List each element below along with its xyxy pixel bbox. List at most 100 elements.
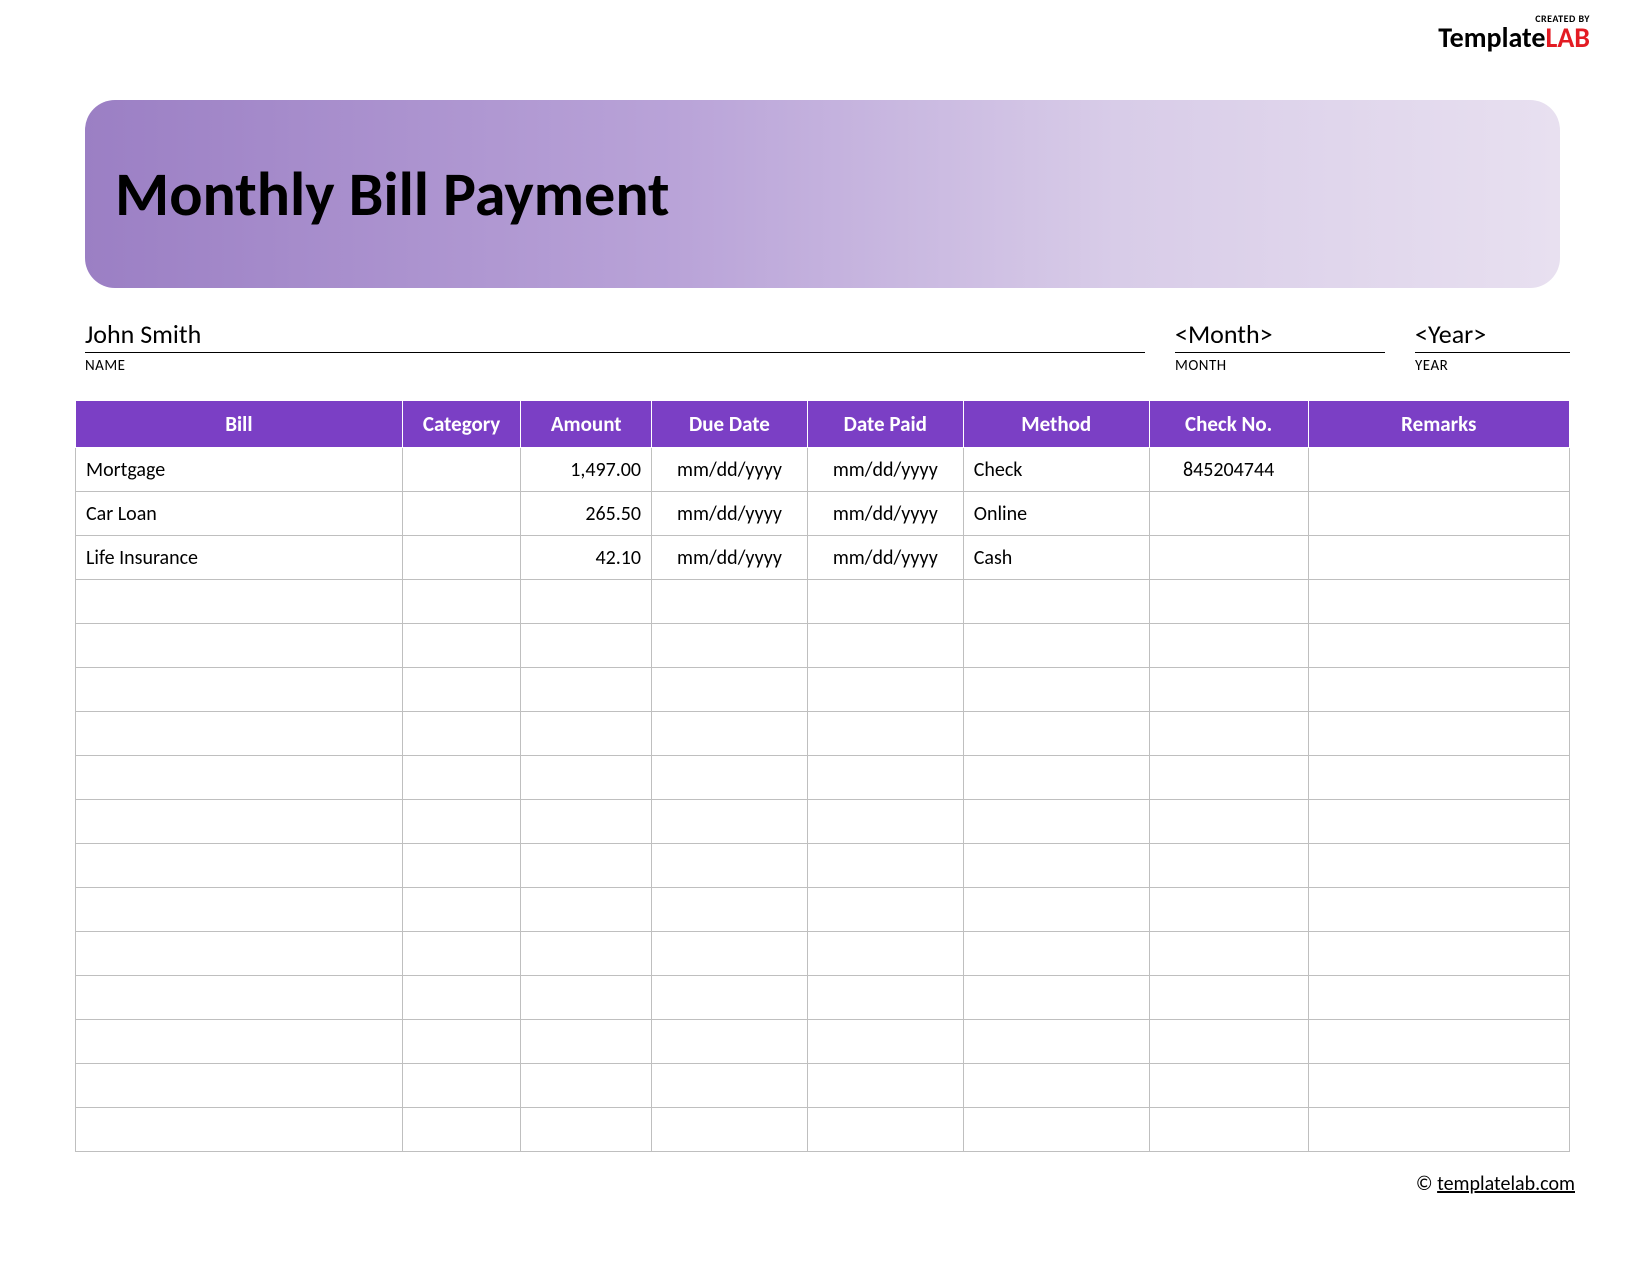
td-check-no[interactable] <box>1149 932 1308 976</box>
td-date-paid[interactable] <box>807 1108 963 1152</box>
td-category[interactable] <box>402 712 521 756</box>
td-date-paid[interactable] <box>807 580 963 624</box>
td-check-no[interactable] <box>1149 888 1308 932</box>
td-check-no[interactable] <box>1149 1020 1308 1064</box>
td-check-no[interactable] <box>1149 756 1308 800</box>
td-amount[interactable]: 265.50 <box>521 492 652 536</box>
td-date-paid[interactable]: mm/dd/yyyy <box>807 536 963 580</box>
td-date-paid[interactable] <box>807 976 963 1020</box>
td-method[interactable] <box>963 756 1149 800</box>
td-check-no[interactable] <box>1149 844 1308 888</box>
td-check-no[interactable] <box>1149 1064 1308 1108</box>
td-remarks[interactable] <box>1308 1108 1569 1152</box>
td-bill[interactable]: Mortgage <box>76 448 403 492</box>
td-remarks[interactable] <box>1308 888 1569 932</box>
td-amount[interactable] <box>521 668 652 712</box>
td-check-no[interactable] <box>1149 976 1308 1020</box>
td-method[interactable] <box>963 624 1149 668</box>
td-remarks[interactable] <box>1308 448 1569 492</box>
td-due-date[interactable] <box>652 976 808 1020</box>
td-category[interactable] <box>402 800 521 844</box>
td-method[interactable] <box>963 932 1149 976</box>
td-check-no[interactable] <box>1149 712 1308 756</box>
td-amount[interactable]: 42.10 <box>521 536 652 580</box>
td-amount[interactable] <box>521 580 652 624</box>
td-date-paid[interactable] <box>807 624 963 668</box>
td-check-no[interactable] <box>1149 492 1308 536</box>
td-category[interactable] <box>402 1020 521 1064</box>
td-bill[interactable] <box>76 800 403 844</box>
td-amount[interactable] <box>521 888 652 932</box>
td-check-no[interactable] <box>1149 668 1308 712</box>
td-method[interactable] <box>963 888 1149 932</box>
td-category[interactable] <box>402 668 521 712</box>
td-method[interactable] <box>963 844 1149 888</box>
td-amount[interactable] <box>521 1108 652 1152</box>
td-due-date[interactable]: mm/dd/yyyy <box>652 536 808 580</box>
td-due-date[interactable] <box>652 1108 808 1152</box>
td-method[interactable] <box>963 668 1149 712</box>
td-date-paid[interactable] <box>807 1020 963 1064</box>
td-method[interactable] <box>963 580 1149 624</box>
td-date-paid[interactable] <box>807 932 963 976</box>
td-remarks[interactable] <box>1308 844 1569 888</box>
td-due-date[interactable] <box>652 1020 808 1064</box>
td-due-date[interactable] <box>652 844 808 888</box>
td-category[interactable] <box>402 536 521 580</box>
td-amount[interactable] <box>521 932 652 976</box>
td-date-paid[interactable] <box>807 756 963 800</box>
td-due-date[interactable] <box>652 932 808 976</box>
td-amount[interactable] <box>521 976 652 1020</box>
td-check-no[interactable] <box>1149 1108 1308 1152</box>
td-remarks[interactable] <box>1308 1064 1569 1108</box>
td-bill[interactable] <box>76 756 403 800</box>
td-due-date[interactable]: mm/dd/yyyy <box>652 492 808 536</box>
td-due-date[interactable] <box>652 1064 808 1108</box>
td-category[interactable] <box>402 580 521 624</box>
td-due-date[interactable] <box>652 888 808 932</box>
td-remarks[interactable] <box>1308 712 1569 756</box>
td-category[interactable] <box>402 932 521 976</box>
td-method[interactable] <box>963 1108 1149 1152</box>
td-remarks[interactable] <box>1308 492 1569 536</box>
year-value[interactable]: <Year> <box>1415 318 1570 353</box>
td-bill[interactable] <box>76 888 403 932</box>
td-remarks[interactable] <box>1308 624 1569 668</box>
td-amount[interactable]: 1,497.00 <box>521 448 652 492</box>
td-remarks[interactable] <box>1308 580 1569 624</box>
td-category[interactable] <box>402 448 521 492</box>
td-method[interactable]: Check <box>963 448 1149 492</box>
td-bill[interactable] <box>76 976 403 1020</box>
td-bill[interactable] <box>76 580 403 624</box>
td-due-date[interactable] <box>652 668 808 712</box>
td-remarks[interactable] <box>1308 932 1569 976</box>
footer-link[interactable]: templatelab.com <box>1437 1172 1575 1196</box>
td-bill[interactable] <box>76 668 403 712</box>
td-date-paid[interactable] <box>807 1064 963 1108</box>
td-method[interactable] <box>963 1020 1149 1064</box>
td-check-no[interactable] <box>1149 536 1308 580</box>
td-category[interactable] <box>402 1064 521 1108</box>
td-category[interactable] <box>402 976 521 1020</box>
td-amount[interactable] <box>521 756 652 800</box>
td-amount[interactable] <box>521 800 652 844</box>
td-date-paid[interactable] <box>807 844 963 888</box>
td-category[interactable] <box>402 1108 521 1152</box>
td-remarks[interactable] <box>1308 668 1569 712</box>
td-date-paid[interactable]: mm/dd/yyyy <box>807 448 963 492</box>
td-bill[interactable] <box>76 1108 403 1152</box>
td-category[interactable] <box>402 624 521 668</box>
td-check-no[interactable] <box>1149 580 1308 624</box>
td-remarks[interactable] <box>1308 800 1569 844</box>
td-amount[interactable] <box>521 1020 652 1064</box>
td-date-paid[interactable]: mm/dd/yyyy <box>807 492 963 536</box>
td-category[interactable] <box>402 844 521 888</box>
name-value[interactable]: John Smith <box>85 318 1145 353</box>
td-due-date[interactable] <box>652 624 808 668</box>
td-category[interactable] <box>402 888 521 932</box>
td-due-date[interactable]: mm/dd/yyyy <box>652 448 808 492</box>
td-due-date[interactable] <box>652 580 808 624</box>
td-bill[interactable] <box>76 1064 403 1108</box>
td-check-no[interactable] <box>1149 800 1308 844</box>
td-bill[interactable] <box>76 932 403 976</box>
